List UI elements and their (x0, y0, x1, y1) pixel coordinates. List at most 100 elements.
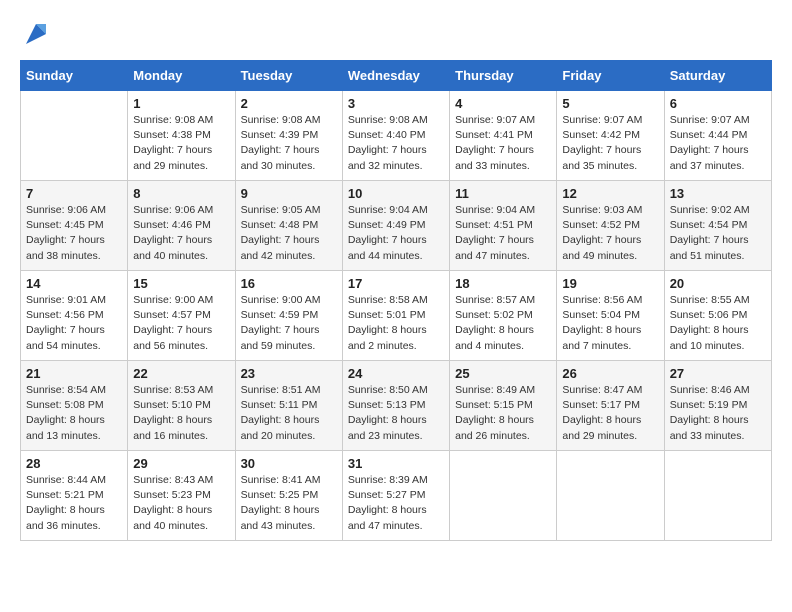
day-info: Sunrise: 8:53 AMSunset: 5:10 PMDaylight:… (133, 383, 229, 444)
weekday-header-monday: Monday (128, 61, 235, 91)
day-cell: 21 Sunrise: 8:54 AMSunset: 5:08 PMDayligh… (21, 361, 128, 451)
day-cell: 16 Sunrise: 9:00 AMSunset: 4:59 PMDayligh… (235, 271, 342, 361)
day-number: 24 (348, 366, 444, 381)
day-cell: 23 Sunrise: 8:51 AMSunset: 5:11 PMDayligh… (235, 361, 342, 451)
day-number: 12 (562, 186, 658, 201)
day-cell: 22 Sunrise: 8:53 AMSunset: 5:10 PMDayligh… (128, 361, 235, 451)
day-info: Sunrise: 9:06 AMSunset: 4:45 PMDaylight:… (26, 203, 122, 264)
week-row-3: 21 Sunrise: 8:54 AMSunset: 5:08 PMDayligh… (21, 361, 772, 451)
day-cell: 6 Sunrise: 9:07 AMSunset: 4:44 PMDaylight… (664, 91, 771, 181)
day-cell: 14 Sunrise: 9:01 AMSunset: 4:56 PMDayligh… (21, 271, 128, 361)
day-number: 10 (348, 186, 444, 201)
day-number: 27 (670, 366, 766, 381)
day-info: Sunrise: 9:08 AMSunset: 4:40 PMDaylight:… (348, 113, 444, 174)
day-cell: 30Sunrise: 8:41 AMSunset: 5:25 PMDayligh… (235, 451, 342, 541)
day-info: Sunrise: 9:07 AMSunset: 4:41 PMDaylight:… (455, 113, 551, 174)
day-number: 19 (562, 276, 658, 291)
day-cell: 13 Sunrise: 9:02 AMSunset: 4:54 PMDayligh… (664, 181, 771, 271)
day-info: Sunrise: 9:06 AMSunset: 4:46 PMDaylight:… (133, 203, 229, 264)
logo-icon (22, 20, 50, 48)
day-number: 8 (133, 186, 229, 201)
day-number: 3 (348, 96, 444, 111)
day-number: 11 (455, 186, 551, 201)
day-info: Sunrise: 8:56 AMSunset: 5:04 PMDaylight:… (562, 293, 658, 354)
day-cell: 7 Sunrise: 9:06 AMSunset: 4:45 PMDaylight… (21, 181, 128, 271)
weekday-header-tuesday: Tuesday (235, 61, 342, 91)
day-number: 31 (348, 456, 444, 471)
day-cell: 19 Sunrise: 8:56 AMSunset: 5:04 PMDayligh… (557, 271, 664, 361)
day-cell: 2 Sunrise: 9:08 AMSunset: 4:39 PMDaylight… (235, 91, 342, 181)
day-info: Sunrise: 9:05 AMSunset: 4:48 PMDaylight:… (241, 203, 337, 264)
day-number: 1 (133, 96, 229, 111)
day-cell: 31 Sunrise: 8:39 AMSunset: 5:27 PMDayligh… (342, 451, 449, 541)
day-info: Sunrise: 9:02 AMSunset: 4:54 PMDaylight:… (670, 203, 766, 264)
day-info: Sunrise: 8:54 AMSunset: 5:08 PMDaylight:… (26, 383, 122, 444)
day-number: 21 (26, 366, 122, 381)
day-cell: 9Sunrise: 9:05 AMSunset: 4:48 PMDaylight… (235, 181, 342, 271)
day-cell: 3 Sunrise: 9:08 AMSunset: 4:40 PMDaylight… (342, 91, 449, 181)
day-cell: 29 Sunrise: 8:43 AMSunset: 5:23 PMDayligh… (128, 451, 235, 541)
day-cell (450, 451, 557, 541)
day-info: Sunrise: 8:43 AMSunset: 5:23 PMDaylight:… (133, 473, 229, 534)
day-info: Sunrise: 8:50 AMSunset: 5:13 PMDaylight:… (348, 383, 444, 444)
day-info: Sunrise: 9:00 AMSunset: 4:57 PMDaylight:… (133, 293, 229, 354)
logo (20, 20, 50, 44)
day-number: 4 (455, 96, 551, 111)
day-number: 2 (241, 96, 337, 111)
day-info: Sunrise: 8:44 AMSunset: 5:21 PMDaylight:… (26, 473, 122, 534)
day-cell: 15 Sunrise: 9:00 AMSunset: 4:57 PMDayligh… (128, 271, 235, 361)
day-info: Sunrise: 8:47 AMSunset: 5:17 PMDaylight:… (562, 383, 658, 444)
day-cell: 28Sunrise: 8:44 AMSunset: 5:21 PMDayligh… (21, 451, 128, 541)
day-cell: 17 Sunrise: 8:58 AMSunset: 5:01 PMDayligh… (342, 271, 449, 361)
weekday-header-wednesday: Wednesday (342, 61, 449, 91)
day-number: 15 (133, 276, 229, 291)
weekday-header-row: SundayMondayTuesdayWednesdayThursdayFrid… (21, 61, 772, 91)
day-cell (664, 451, 771, 541)
day-info: Sunrise: 9:07 AMSunset: 4:42 PMDaylight:… (562, 113, 658, 174)
day-number: 22 (133, 366, 229, 381)
day-cell: 8 Sunrise: 9:06 AMSunset: 4:46 PMDaylight… (128, 181, 235, 271)
day-number: 17 (348, 276, 444, 291)
day-info: Sunrise: 9:00 AMSunset: 4:59 PMDaylight:… (241, 293, 337, 354)
day-info: Sunrise: 9:04 AMSunset: 4:49 PMDaylight:… (348, 203, 444, 264)
day-info: Sunrise: 9:04 AMSunset: 4:51 PMDaylight:… (455, 203, 551, 264)
day-info: Sunrise: 8:51 AMSunset: 5:11 PMDaylight:… (241, 383, 337, 444)
day-number: 30 (241, 456, 337, 471)
day-info: Sunrise: 8:39 AMSunset: 5:27 PMDaylight:… (348, 473, 444, 534)
week-row-0: 1Sunrise: 9:08 AMSunset: 4:38 PMDaylight… (21, 91, 772, 181)
day-info: Sunrise: 9:07 AMSunset: 4:44 PMDaylight:… (670, 113, 766, 174)
week-row-1: 7 Sunrise: 9:06 AMSunset: 4:45 PMDaylight… (21, 181, 772, 271)
day-cell: 5 Sunrise: 9:07 AMSunset: 4:42 PMDaylight… (557, 91, 664, 181)
day-info: Sunrise: 8:49 AMSunset: 5:15 PMDaylight:… (455, 383, 551, 444)
day-number: 5 (562, 96, 658, 111)
day-cell (557, 451, 664, 541)
day-cell: 4 Sunrise: 9:07 AMSunset: 4:41 PMDaylight… (450, 91, 557, 181)
day-number: 29 (133, 456, 229, 471)
calendar-table: SundayMondayTuesdayWednesdayThursdayFrid… (20, 60, 772, 541)
day-cell: 10 Sunrise: 9:04 AMSunset: 4:49 PMDayligh… (342, 181, 449, 271)
day-info: Sunrise: 8:57 AMSunset: 5:02 PMDaylight:… (455, 293, 551, 354)
day-info: Sunrise: 9:01 AMSunset: 4:56 PMDaylight:… (26, 293, 122, 354)
week-row-2: 14 Sunrise: 9:01 AMSunset: 4:56 PMDayligh… (21, 271, 772, 361)
weekday-header-thursday: Thursday (450, 61, 557, 91)
day-number: 25 (455, 366, 551, 381)
day-cell: 26Sunrise: 8:47 AMSunset: 5:17 PMDayligh… (557, 361, 664, 451)
day-info: Sunrise: 8:58 AMSunset: 5:01 PMDaylight:… (348, 293, 444, 354)
weekday-header-saturday: Saturday (664, 61, 771, 91)
day-number: 20 (670, 276, 766, 291)
day-number: 7 (26, 186, 122, 201)
day-number: 6 (670, 96, 766, 111)
day-number: 13 (670, 186, 766, 201)
day-cell: 1Sunrise: 9:08 AMSunset: 4:38 PMDaylight… (128, 91, 235, 181)
day-info: Sunrise: 8:55 AMSunset: 5:06 PMDaylight:… (670, 293, 766, 354)
day-info: Sunrise: 9:03 AMSunset: 4:52 PMDaylight:… (562, 203, 658, 264)
calendar-body: 1Sunrise: 9:08 AMSunset: 4:38 PMDaylight… (21, 91, 772, 541)
day-number: 23 (241, 366, 337, 381)
day-info: Sunrise: 9:08 AMSunset: 4:39 PMDaylight:… (241, 113, 337, 174)
day-info: Sunrise: 8:46 AMSunset: 5:19 PMDaylight:… (670, 383, 766, 444)
day-cell: 12 Sunrise: 9:03 AMSunset: 4:52 PMDayligh… (557, 181, 664, 271)
day-number: 14 (26, 276, 122, 291)
day-cell (21, 91, 128, 181)
week-row-4: 28Sunrise: 8:44 AMSunset: 5:21 PMDayligh… (21, 451, 772, 541)
day-number: 16 (241, 276, 337, 291)
